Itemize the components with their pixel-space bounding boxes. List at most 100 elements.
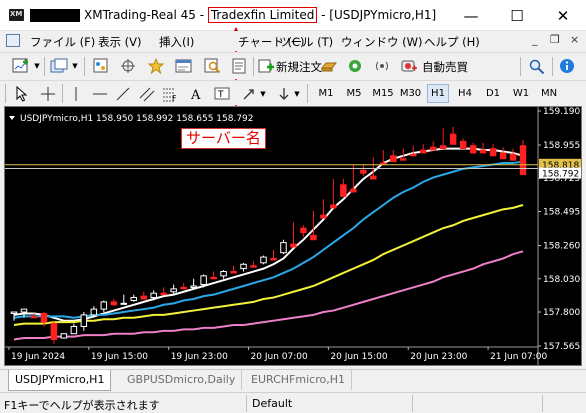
signals-icon[interactable] bbox=[344, 57, 366, 75]
price-tick-label: 157.800 bbox=[543, 308, 580, 318]
trendline-icon[interactable] bbox=[113, 84, 133, 103]
timeframe-m30[interactable]: M30 bbox=[397, 84, 424, 103]
candle-bull bbox=[260, 256, 267, 264]
price-tick-label: 159.190 bbox=[543, 107, 580, 117]
status-divider bbox=[412, 395, 413, 412]
candle-bear bbox=[290, 243, 297, 248]
menu-insert[interactable]: 挿入(I) bbox=[159, 34, 194, 50]
terminal-icon[interactable] bbox=[173, 57, 195, 75]
candle-bear bbox=[140, 295, 147, 300]
new-chart-icon[interactable] bbox=[10, 57, 32, 75]
time-tick-label: 19 Jun 2024 bbox=[11, 352, 65, 362]
tab-eurchfmicro-h1[interactable]: EURCHFmicro,H1 bbox=[245, 370, 352, 390]
timeframe-m1[interactable]: M1 bbox=[313, 84, 339, 103]
menu-view[interactable]: 表示 (V) bbox=[98, 34, 142, 50]
candle-bull bbox=[190, 285, 197, 288]
menu-tools[interactable]: ツール (T) bbox=[279, 34, 333, 50]
candle-bear bbox=[360, 169, 367, 174]
candle-bear bbox=[429, 146, 437, 151]
candle-bear bbox=[509, 153, 517, 161]
svg-text:T: T bbox=[217, 90, 224, 100]
crosshair-icon[interactable] bbox=[38, 84, 58, 103]
market-watch-icon[interactable] bbox=[90, 57, 112, 75]
timeframe-m15[interactable]: M15 bbox=[369, 84, 397, 103]
new-order-icon[interactable] bbox=[256, 57, 276, 75]
menu-file[interactable]: ファイル (F) bbox=[30, 34, 95, 50]
menu-help[interactable]: ヘルプ (H) bbox=[424, 34, 480, 50]
broadcast-icon[interactable] bbox=[371, 57, 393, 75]
candle-bear bbox=[50, 323, 58, 340]
bid-price-label: 158.792 bbox=[542, 170, 579, 180]
candle-bull bbox=[220, 271, 227, 277]
time-tick-label: 20 Jun 23:00 bbox=[410, 352, 467, 362]
time-tick-label: 20 Jun 15:00 bbox=[330, 352, 387, 362]
candle-bear bbox=[350, 188, 357, 193]
candle-bull bbox=[240, 263, 247, 270]
price-tick-label: 158.495 bbox=[543, 208, 580, 218]
candle-bear bbox=[30, 315, 38, 319]
timeframe-d1[interactable]: D1 bbox=[481, 84, 505, 103]
fibonacci-icon[interactable]: F bbox=[160, 84, 180, 103]
ma-pink-line bbox=[13, 250, 524, 341]
tab-usdjpymicro-h1[interactable]: USDJPYmicro,H1 bbox=[8, 370, 112, 391]
auto-trading-button[interactable]: 自動売買 bbox=[422, 59, 468, 75]
tab-gbpusdmicro-daily[interactable]: GBPUSDmicro,Daily bbox=[121, 370, 243, 390]
timeframe-mn[interactable]: MN bbox=[536, 84, 562, 103]
mdi-minimize-button[interactable]: _ bbox=[532, 33, 538, 46]
crosshair-navigator-icon[interactable] bbox=[117, 57, 139, 75]
svg-text:A: A bbox=[190, 88, 201, 102]
auto-trading-icon[interactable] bbox=[398, 57, 420, 75]
timeframe-h4[interactable]: H4 bbox=[453, 84, 477, 103]
price-tick-label: 158.260 bbox=[543, 241, 580, 251]
channel-icon[interactable] bbox=[137, 84, 157, 103]
chart-tabs: USDJPYmicro,H1 GBPUSDmicro,Daily EURCHFm… bbox=[0, 369, 586, 391]
menu-window[interactable]: ウィンドウ (W) bbox=[341, 34, 423, 50]
menu-bar: ファイル (F) 表示 (V) 挿入(I) チャート (C) ツール (T) ウ… bbox=[0, 31, 586, 51]
profiles-icon[interactable] bbox=[48, 57, 70, 75]
candle-bear bbox=[479, 149, 487, 154]
candle-bull bbox=[130, 297, 138, 301]
chart-window[interactable]: 159.190 158.955 158.725 158.495 158.260 158.0… bbox=[4, 106, 582, 366]
toolbar-divider bbox=[520, 57, 521, 76]
status-profile: Default bbox=[252, 397, 293, 410]
gold-bars-icon[interactable] bbox=[318, 57, 340, 75]
candle-bear bbox=[399, 158, 407, 161]
candle-bear bbox=[499, 152, 507, 160]
candle-bear bbox=[330, 204, 337, 209]
chevron-down-icon[interactable]: ▼ bbox=[293, 89, 301, 99]
new-order-button[interactable]: 新規注文 bbox=[276, 59, 322, 75]
document-icon[interactable] bbox=[6, 34, 20, 47]
timeframe-h1[interactable]: H1 bbox=[427, 84, 449, 103]
timeframe-m5[interactable]: M5 bbox=[341, 84, 367, 103]
tester-icon[interactable] bbox=[229, 57, 251, 75]
chevron-down-icon[interactable]: ▼ bbox=[71, 61, 79, 71]
text-tool-icon[interactable]: A bbox=[186, 84, 206, 103]
magnifier-icon[interactable] bbox=[527, 57, 547, 75]
candle-bear bbox=[370, 175, 377, 180]
mdi-close-button[interactable]: × bbox=[570, 33, 579, 46]
info-icon[interactable] bbox=[557, 57, 577, 75]
search-icon[interactable] bbox=[202, 57, 224, 75]
price-tick-label: 158.955 bbox=[543, 141, 580, 151]
chevron-down-icon[interactable]: ▼ bbox=[33, 61, 41, 71]
favorites-star-icon[interactable] bbox=[145, 57, 167, 75]
arrows-icon[interactable] bbox=[239, 84, 259, 103]
toolbar-divider bbox=[5, 84, 6, 103]
chevron-down-icon[interactable]: ▼ bbox=[259, 89, 267, 99]
mdi-restore-button[interactable]: ❐ bbox=[550, 33, 560, 46]
candle-bear bbox=[180, 286, 187, 290]
horizontal-line-icon[interactable] bbox=[90, 84, 110, 103]
candle-bear bbox=[469, 145, 477, 154]
price-chart[interactable]: 159.190158.955158.725158.495158.260158.0… bbox=[5, 107, 581, 365]
candle-bull bbox=[170, 288, 177, 293]
toolbar-divider bbox=[62, 84, 63, 103]
text-label-icon[interactable]: T bbox=[212, 84, 232, 103]
candle-bull bbox=[80, 314, 88, 327]
timeframe-w1[interactable]: W1 bbox=[509, 84, 533, 103]
vertical-line-icon[interactable] bbox=[66, 84, 86, 103]
arrow-mark-icon[interactable] bbox=[274, 84, 294, 103]
cursor-icon[interactable] bbox=[11, 84, 31, 103]
candle-bull bbox=[100, 301, 108, 310]
chart-toolbar: F A T ▼ ▼ M1 M5 M15 M30 H1 H4 D1 W1 MN bbox=[0, 80, 586, 105]
ma-yellow-line bbox=[13, 204, 524, 327]
